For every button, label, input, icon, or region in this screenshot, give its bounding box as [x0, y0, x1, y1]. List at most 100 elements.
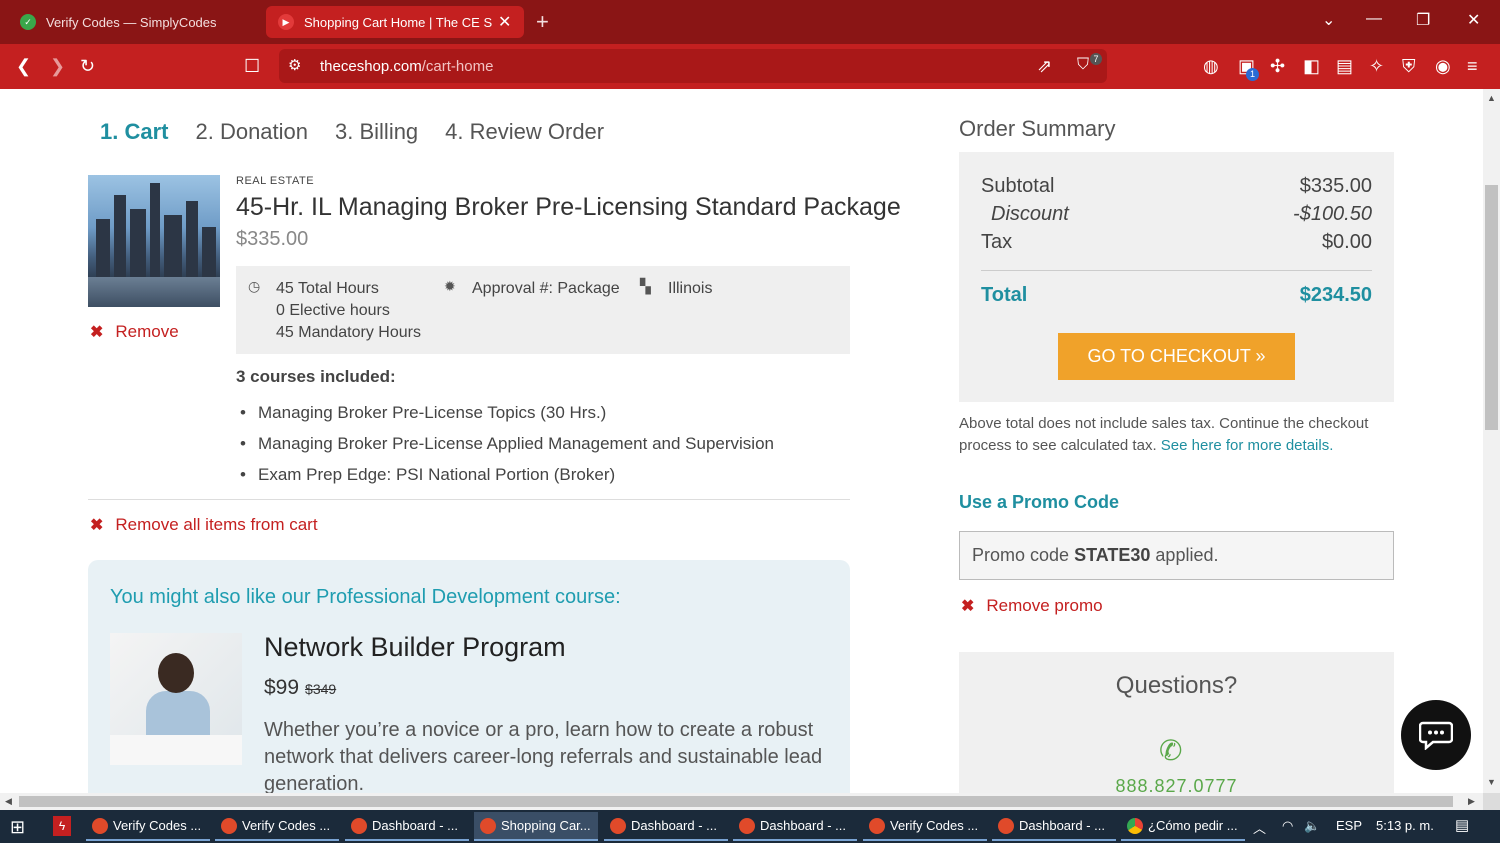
approval-info: ✹ Approval #: Package [444, 278, 620, 300]
taskbar-item-active[interactable]: Shopping Car... [474, 812, 598, 841]
sidebar-icon[interactable]: ◧ [1303, 56, 1320, 76]
vertical-scrollbar[interactable]: ▲ ▼ [1483, 89, 1500, 793]
simplycodes-favicon-icon: ✓ [20, 14, 36, 30]
pinned-app-icon[interactable]: ϟ [53, 816, 71, 836]
taskbar-item[interactable]: Verify Codes ... [215, 812, 339, 841]
language-indicator[interactable]: ESP [1336, 818, 1362, 833]
divider [88, 499, 850, 500]
tray-chevron-icon[interactable]: ︿ [1253, 818, 1266, 837]
horizontal-scrollbar[interactable]: ◀ ▶ [0, 793, 1483, 810]
total-label: Total [981, 284, 1028, 306]
taskbar-item[interactable]: Verify Codes ... [86, 812, 210, 841]
total-hours: 45 Total Hours [276, 280, 379, 297]
wallet-icon[interactable]: ▤ [1336, 56, 1353, 76]
windows-start-icon[interactable]: ⊞ [10, 817, 25, 838]
browser-toolbar: ❮ ❯ ↻ ☐ ⚙ theceshop.com/cart-home ⇗ ⛉ 7 … [0, 44, 1500, 89]
close-tab-icon[interactable]: ✕ [498, 12, 511, 32]
scroll-corner [1483, 793, 1500, 810]
upsell-image[interactable] [110, 633, 242, 765]
go-to-checkout-button[interactable]: GO TO CHECKOUT » [1058, 333, 1295, 380]
subtotal-row: Subtotal $335.00 [981, 175, 1372, 198]
step-review-order[interactable]: 4. Review Order [445, 119, 604, 145]
phone-number[interactable]: 888.827.0777 [959, 776, 1394, 793]
elective-hours: 0 Elective hours [276, 302, 390, 319]
courses-heading: 3 courses included: [236, 367, 396, 386]
scroll-down-icon[interactable]: ▼ [1487, 777, 1496, 787]
mandatory-hours: 45 Mandatory Hours [276, 324, 421, 341]
discount-row: Discount -$100.50 [981, 203, 1372, 226]
chat-button[interactable] [1401, 700, 1471, 770]
new-tab-button[interactable]: + [536, 9, 549, 35]
product-info-box: ◷ 45 Total Hours 0 Elective hours 45 Man… [236, 266, 850, 354]
tax-row: Tax $0.00 [981, 231, 1372, 254]
reload-icon[interactable]: ↻ [80, 56, 95, 76]
taskbar-item[interactable]: Dashboard - ... [992, 812, 1116, 841]
profile-icon[interactable]: ◉ [1435, 56, 1451, 76]
scroll-left-icon[interactable]: ◀ [5, 796, 12, 807]
chat-icon [1419, 721, 1453, 750]
tax-details-link[interactable]: See here for more details. [1161, 437, 1334, 454]
step-donation[interactable]: 2. Donation [195, 119, 308, 145]
notifications-icon[interactable]: ▤ [1455, 816, 1469, 834]
tab-list-dropdown-icon[interactable]: ⌄ [1322, 10, 1335, 30]
upsell-price-row: $99 $349 [264, 676, 336, 700]
taskbar-item[interactable]: Dashboard - ... [733, 812, 857, 841]
upsell-title[interactable]: Network Builder Program [264, 632, 566, 663]
extension-badge: 1 [1246, 68, 1259, 81]
puzzle-extensions-icon[interactable]: ✣ [1270, 56, 1285, 76]
product-title: 45-Hr. IL Managing Broker Pre-Licensing … [236, 193, 901, 221]
brave-icon [610, 817, 626, 834]
brave-icon [480, 817, 496, 834]
certificate-icon: ✹ [444, 278, 456, 294]
site-settings-icon[interactable]: ⚙ [288, 56, 301, 76]
clock[interactable]: 5:13 p. m. [1376, 818, 1434, 833]
questions-heading: Questions? [1115, 672, 1238, 699]
discount-label: Discount [991, 203, 1069, 225]
minimize-button[interactable]: — [1366, 10, 1382, 28]
upsell-old-price: $349 [305, 681, 337, 697]
leo-ai-icon[interactable]: ✧ [1369, 56, 1384, 76]
share-icon[interactable]: ⇗ [1037, 56, 1052, 76]
forward-icon[interactable]: ❯ [50, 56, 65, 76]
wifi-icon[interactable]: ◠ [1282, 818, 1293, 834]
brave-icon [869, 817, 885, 834]
tab-verify-codes[interactable]: ✓ Verify Codes — SimplyCodes [8, 6, 258, 38]
taskbar-item[interactable]: Verify Codes ... [863, 812, 987, 841]
step-cart[interactable]: 1. Cart [100, 119, 168, 145]
list-item: Managing Broker Pre-License Topics (30 H… [240, 397, 774, 428]
vertical-scroll-thumb[interactable] [1485, 185, 1498, 430]
volume-icon[interactable]: 🔈 [1304, 818, 1320, 834]
courses-list: Managing Broker Pre-License Topics (30 H… [240, 397, 774, 490]
brave-shields-icon[interactable]: ⛉ [1077, 55, 1089, 75]
remove-item-link[interactable]: ✖ Remove [90, 322, 179, 342]
taskbar: ⊞ ϟ Verify Codes ... Verify Codes ... Da… [0, 810, 1500, 843]
close-window-button[interactable]: ✕ [1467, 10, 1480, 30]
restore-button[interactable]: ❐ [1416, 10, 1430, 30]
horizontal-scroll-thumb[interactable] [19, 796, 1453, 807]
taskbar-item[interactable]: Dashboard - ... [345, 812, 469, 841]
taskbar-item[interactable]: ¿Cómo pedir ... [1121, 812, 1245, 841]
menu-icon[interactable]: ≡ [1467, 56, 1478, 76]
subtotal-label: Subtotal [981, 175, 1055, 197]
address-bar[interactable]: ⚙ theceshop.com/cart-home ⇗ ⛉ 7 [279, 49, 1107, 83]
subtotal-value: $335.00 [1299, 175, 1372, 197]
remove-promo-label: Remove promo [986, 596, 1103, 615]
bookmark-icon[interactable]: ☐ [244, 56, 260, 76]
back-icon[interactable]: ❮ [16, 56, 31, 76]
step-billing[interactable]: 3. Billing [335, 119, 418, 145]
scroll-up-icon[interactable]: ▲ [1487, 93, 1496, 103]
remove-all-label: Remove all items from cart [115, 515, 318, 534]
taskbar-item[interactable]: Dashboard - ... [604, 812, 728, 841]
brave-icon [92, 817, 108, 834]
approval-number: Approval #: Package [472, 280, 620, 297]
promo-code-heading[interactable]: Use a Promo Code [959, 492, 1119, 513]
order-summary-heading: Order Summary [959, 116, 1116, 141]
vpn-shield-icon[interactable]: ⛨ [1402, 56, 1416, 76]
remove-promo-link[interactable]: ✖ Remove promo [961, 596, 1103, 616]
scroll-right-icon[interactable]: ▶ [1468, 796, 1475, 807]
remove-all-link[interactable]: ✖ Remove all items from cart [90, 515, 318, 535]
checkout-steps: 1. Cart 2. Donation 3. Billing 4. Review… [100, 119, 631, 145]
translate-icon[interactable]: ◍ [1203, 56, 1219, 76]
remove-label: Remove [115, 322, 179, 341]
tab-shopping-cart[interactable]: ▶ Shopping Cart Home | The CE Shop ✕ [266, 6, 524, 38]
